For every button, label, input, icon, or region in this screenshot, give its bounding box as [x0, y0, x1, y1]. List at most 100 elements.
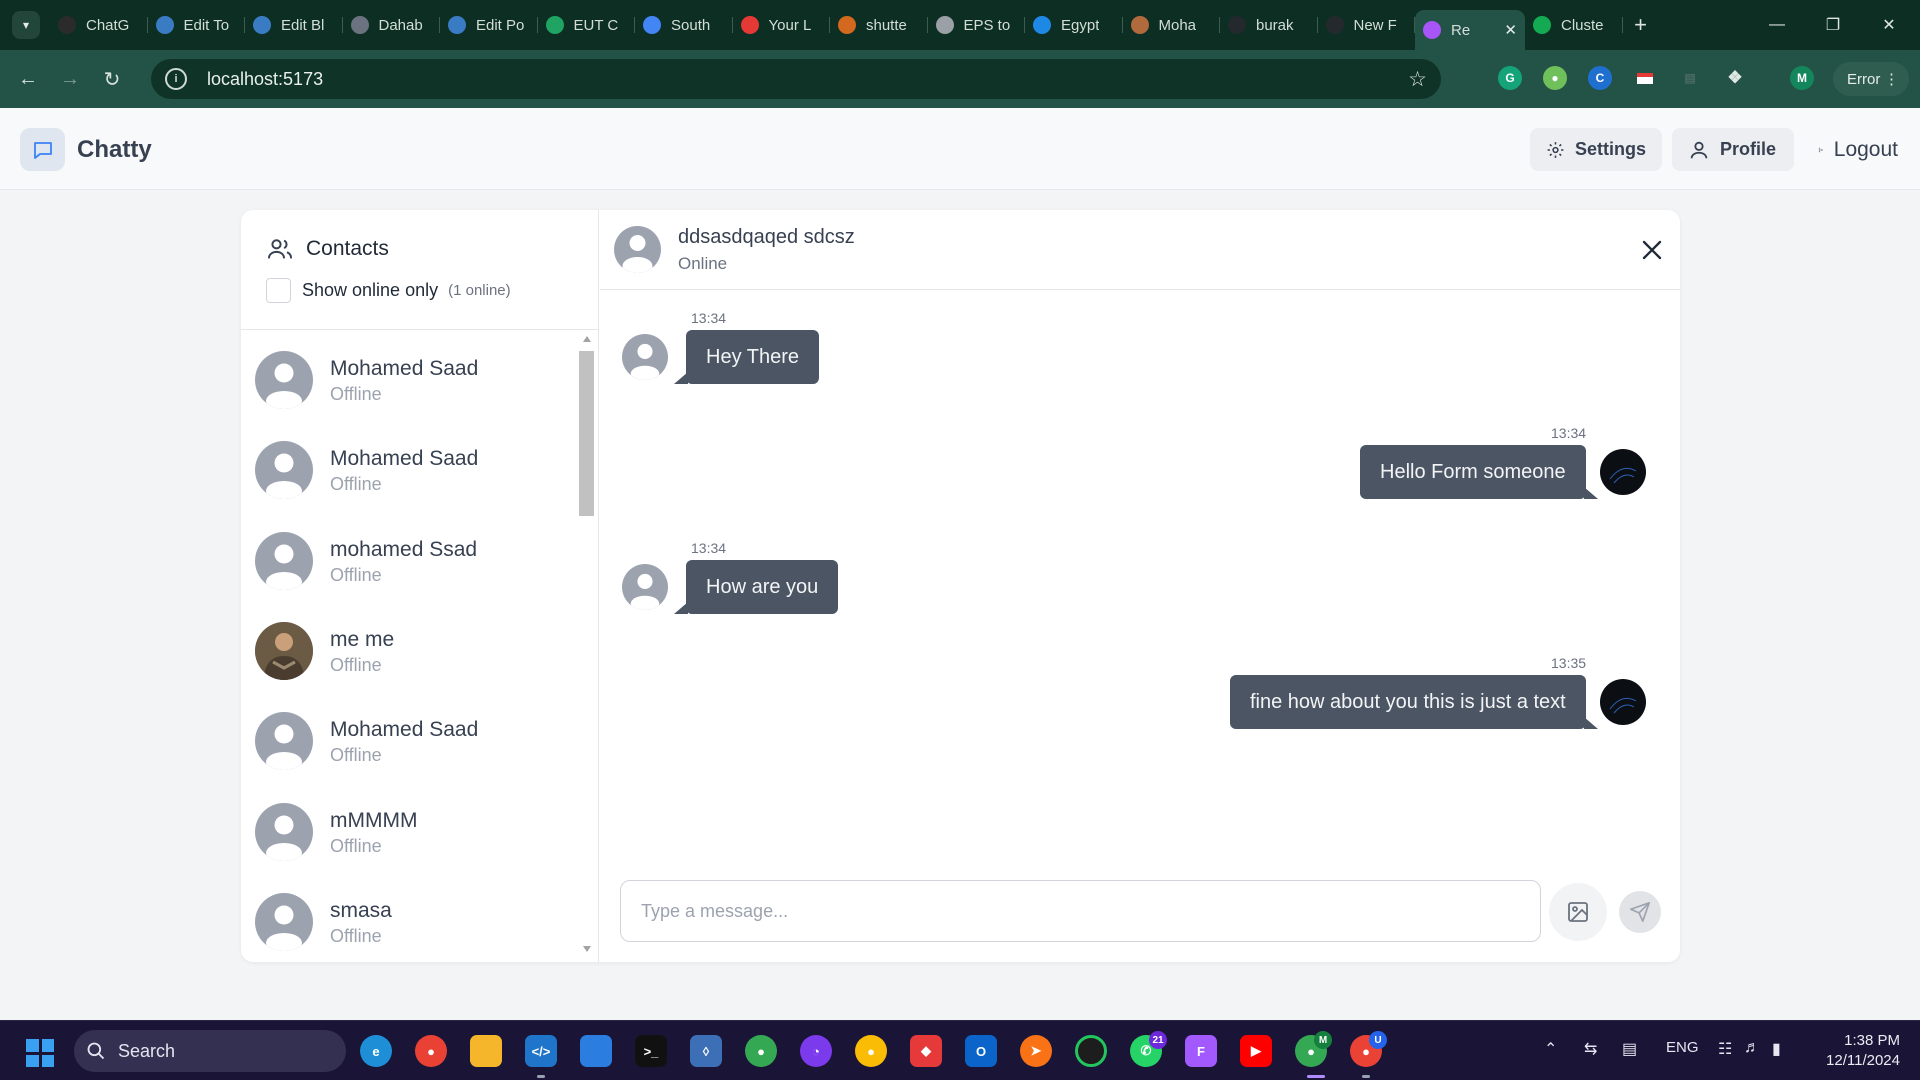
contact-item[interactable]: me me Offline: [255, 598, 575, 688]
chrome-profile-u-badge: U: [1369, 1031, 1387, 1049]
scrollbar-thumb[interactable]: [579, 351, 594, 516]
contact-item[interactable]: mMMMM Offline: [255, 779, 575, 869]
show-online-label[interactable]: Show online only: [302, 280, 438, 301]
browser-toolbar: ← → ↻ i localhost:5173 ☆: [0, 50, 1920, 108]
new-tab-button[interactable]: +: [1623, 8, 1659, 42]
contact-item[interactable]: smasa Offline: [255, 869, 575, 959]
contact-list: Mohamed Saad Offline Mohamed Saad Offline mo…: [241, 331, 599, 962]
close-window-button[interactable]: ✕: [1861, 0, 1917, 50]
google-icon: [643, 16, 661, 34]
extensions-puzzle-icon[interactable]: ❖: [1723, 66, 1747, 90]
profile-avatar[interactable]: M: [1790, 66, 1814, 90]
vscode-icon[interactable]: </>: [525, 1035, 557, 1067]
online-count: (1 online): [448, 282, 511, 299]
address-url[interactable]: localhost:5173: [207, 69, 323, 90]
close-tab-icon[interactable]: ✕: [1504, 21, 1517, 39]
wordpress-icon: [448, 16, 466, 34]
anydesk-icon[interactable]: ◆: [910, 1035, 942, 1067]
contact-item[interactable]: mohamed Ssad Offline: [255, 508, 575, 598]
outlook-icon[interactable]: O: [965, 1035, 997, 1067]
volume-icon[interactable]: ♬: [1744, 1039, 1760, 1057]
browser-error-chip[interactable]: Error ⋮: [1833, 62, 1909, 96]
logout-button[interactable]: Logout: [1802, 128, 1914, 171]
contacts-title: Contacts: [306, 237, 389, 260]
figma-icon[interactable]: F: [1185, 1035, 1217, 1067]
person-avatar-icon: [1130, 16, 1149, 34]
browser-tab[interactable]: shutte: [830, 8, 928, 42]
taskbar-search[interactable]: Search: [74, 1030, 346, 1072]
postman-icon[interactable]: ➤: [1020, 1035, 1052, 1067]
site-info-icon[interactable]: i: [165, 68, 187, 90]
contact-item[interactable]: Mohamed Saad Offline: [255, 417, 575, 507]
edge-icon[interactable]: e: [360, 1035, 392, 1067]
flag-extension-icon[interactable]: [1633, 66, 1657, 90]
cloud-icon: [935, 16, 954, 34]
logout-label: Logout: [1833, 137, 1898, 161]
kebab-menu-icon[interactable]: ⋮: [1884, 70, 1899, 88]
settings-button[interactable]: Settings: [1530, 128, 1662, 171]
restore-window-button[interactable]: ❐: [1805, 0, 1861, 50]
language-indicator[interactable]: ENG: [1666, 1039, 1699, 1056]
chat-logo-icon[interactable]: [20, 128, 65, 171]
contact-item[interactable]: Mohamed Saad Offline: [255, 331, 575, 417]
message-input-box[interactable]: [620, 880, 1541, 942]
windows-start-icon[interactable]: [26, 1039, 54, 1067]
browser-tab[interactable]: Your L: [733, 8, 831, 42]
browser-tab[interactable]: South: [635, 8, 733, 42]
contacts-header: Contacts Show online only (1 online): [241, 210, 599, 330]
browser-tab[interactable]: Egypt: [1025, 8, 1123, 42]
browser-tab[interactable]: Edit Po: [440, 8, 538, 42]
browser-tab[interactable]: Cluste: [1525, 8, 1623, 42]
message-input[interactable]: [621, 881, 1540, 941]
browser-tab[interactable]: Re ✕: [1415, 10, 1525, 50]
chrome-icon[interactable]: ●: [415, 1035, 447, 1067]
chrome-profile-icon[interactable]: ●: [745, 1035, 777, 1067]
reload-button[interactable]: ↻: [94, 61, 130, 97]
profile-button[interactable]: Profile: [1672, 128, 1794, 171]
browser-tab[interactable]: EUT C: [538, 8, 636, 42]
show-online-checkbox[interactable]: [266, 278, 291, 303]
virtualbox-icon[interactable]: ◊: [690, 1035, 722, 1067]
file-explorer-icon[interactable]: [470, 1035, 502, 1067]
system-clock[interactable]: 1:38 PM 12/11/2024: [1810, 1031, 1900, 1071]
chrome-alt-icon[interactable]: ●: [855, 1035, 887, 1067]
back-button[interactable]: ←: [10, 61, 46, 97]
scroll-down-arrow-icon[interactable]: [583, 946, 591, 952]
tray-app-icon[interactable]: ▤: [1622, 1039, 1637, 1059]
wifi-icon[interactable]: ☷: [1718, 1039, 1732, 1059]
browser-tab-label: New F: [1353, 16, 1397, 34]
app-brand[interactable]: Chatty: [77, 136, 152, 164]
show-hidden-icons-chevron-icon[interactable]: ⌃: [1544, 1039, 1557, 1059]
attach-image-button[interactable]: [1549, 883, 1607, 941]
close-chat-icon[interactable]: [1640, 238, 1664, 262]
browser-tab[interactable]: burak: [1220, 8, 1318, 42]
terminal-icon[interactable]: >_: [635, 1035, 667, 1067]
tray-settings-icon[interactable]: ⇆: [1584, 1039, 1597, 1059]
app-blue-icon[interactable]: [580, 1035, 612, 1067]
browser-tab[interactable]: New F: [1318, 8, 1416, 42]
youtube-icon[interactable]: ▶: [1240, 1035, 1272, 1067]
send-button[interactable]: [1619, 891, 1661, 933]
obs-icon[interactable]: [1075, 1035, 1107, 1067]
browser-tab[interactable]: EPS to: [928, 8, 1026, 42]
browser-tab[interactable]: Edit To: [148, 8, 246, 42]
tab-search-menu-button[interactable]: ▾: [12, 11, 40, 39]
contact-item[interactable]: Mohamed Saad Offline: [255, 688, 575, 778]
address-bar[interactable]: i localhost:5173 ☆: [151, 59, 1441, 99]
browser-tab[interactable]: Dahab: [343, 8, 441, 42]
forward-button[interactable]: →: [52, 61, 88, 97]
browser-tab[interactable]: ChatG: [50, 8, 148, 42]
bookmark-star-icon[interactable]: ☆: [1408, 67, 1427, 92]
grammarly-extension-icon[interactable]: G: [1498, 66, 1522, 90]
browser-tab[interactable]: Edit Bl: [245, 8, 343, 42]
browser-tab[interactable]: Moha: [1123, 8, 1221, 42]
battery-icon[interactable]: ▮: [1772, 1039, 1781, 1059]
message-bubble: fine how about you this is just a text: [1230, 675, 1586, 729]
screen-extension-icon[interactable]: ▤: [1678, 66, 1702, 90]
clock-date: 12/11/2024: [1826, 1052, 1900, 1069]
tor-browser-icon[interactable]: ◔: [800, 1035, 832, 1067]
minimize-window-button[interactable]: —: [1749, 0, 1805, 50]
scroll-up-arrow-icon[interactable]: [583, 336, 591, 342]
c-extension-icon[interactable]: C: [1588, 66, 1612, 90]
android-extension-icon[interactable]: ●: [1543, 66, 1567, 90]
